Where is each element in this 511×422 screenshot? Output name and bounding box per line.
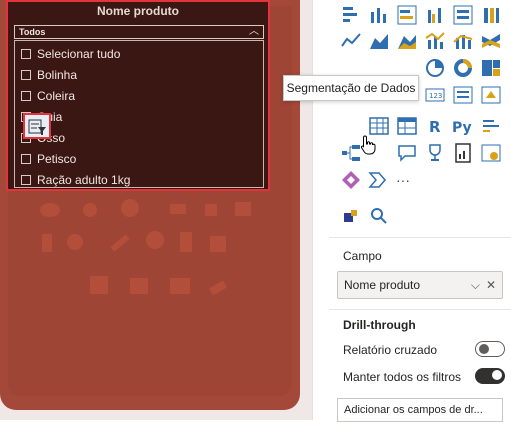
cross-report-toggle[interactable] xyxy=(475,341,505,357)
python-visual-icon[interactable]: Py xyxy=(452,115,474,137)
stacked-column-chart-icon[interactable] xyxy=(368,4,390,26)
slicer-visual-button[interactable] xyxy=(23,113,51,139)
remove-field-icon[interactable]: ✕ xyxy=(486,272,496,298)
build-visual-icon[interactable] xyxy=(340,205,362,227)
pet-products-illustration xyxy=(40,199,251,296)
line-stacked-column-chart-icon[interactable] xyxy=(452,30,474,52)
stacked-area-chart-icon[interactable] xyxy=(396,30,418,52)
slicer-item-label: Petisco xyxy=(37,151,77,166)
pie-chart-icon[interactable] xyxy=(424,57,446,79)
treemap-icon[interactable] xyxy=(480,57,502,79)
more-visuals-label: ··· xyxy=(396,172,410,188)
section-divider xyxy=(329,309,511,310)
section-divider xyxy=(329,237,511,238)
slicer-item-label: Selecionar tudo xyxy=(37,46,121,61)
hundred-percent-bar-chart-icon[interactable] xyxy=(452,4,474,26)
toggle-knob xyxy=(492,370,502,380)
campo-field-value: Nome produto xyxy=(344,278,421,292)
kpi-icon[interactable] xyxy=(480,84,502,106)
slicer-item-list: Selecionar tudo Bolinha Coleira Guia Oss… xyxy=(14,40,264,188)
donut-chart-icon[interactable] xyxy=(452,57,474,79)
slicer-visual[interactable]: Nome produto Todos ︿ Selecionar tudo Bol… xyxy=(6,0,270,191)
paginated-report-icon[interactable] xyxy=(452,142,474,164)
slicer-dropdown-value: Todos xyxy=(19,27,46,37)
clustered-column-chart-icon[interactable] xyxy=(424,4,446,26)
power-automate-icon[interactable] xyxy=(480,142,502,164)
checkbox[interactable] xyxy=(21,174,31,185)
line-chart-icon[interactable] xyxy=(340,30,362,52)
area-chart-icon[interactable] xyxy=(368,30,390,52)
card-icon[interactable]: 123 xyxy=(424,84,446,106)
slicer-item[interactable]: Guia xyxy=(15,106,263,127)
slicer-item[interactable]: Osso xyxy=(15,127,263,148)
cross-report-label: Relatório cruzado xyxy=(343,343,438,357)
checkbox[interactable] xyxy=(21,90,31,101)
add-drill-through-fields-well[interactable]: Adicionar os campos de dr... xyxy=(337,398,503,422)
stacked-bar-chart-icon[interactable] xyxy=(340,4,362,26)
slicer-item-label: Coleira xyxy=(37,88,76,103)
slicer-visual-icon xyxy=(28,119,46,135)
slicer-item[interactable]: Bolinha xyxy=(15,64,263,85)
hundred-percent-column-chart-icon[interactable] xyxy=(480,4,502,26)
ribbon-chart-icon[interactable] xyxy=(480,30,502,52)
canvas-bottom-strip xyxy=(0,410,312,420)
keep-filters-label: Manter todos os filtros xyxy=(343,370,462,384)
svg-text:R: R xyxy=(429,118,441,136)
clustered-bar-chart-icon[interactable] xyxy=(396,4,418,26)
key-influencers-icon[interactable] xyxy=(480,115,502,137)
keep-filters-toggle[interactable] xyxy=(475,368,505,384)
chevron-up-icon[interactable]: ︿ xyxy=(249,26,259,38)
slicer-item-label: Bolinha xyxy=(37,67,78,82)
multi-row-card-icon[interactable] xyxy=(452,84,474,106)
svg-text:123: 123 xyxy=(429,92,442,100)
slicer-dropdown[interactable]: Todos ︿ xyxy=(14,25,264,39)
checkbox[interactable] xyxy=(21,48,31,59)
toggle-knob xyxy=(479,344,489,354)
checkbox[interactable] xyxy=(21,153,31,164)
slicer-item-select-all[interactable]: Selecionar tudo xyxy=(15,43,263,64)
qa-visual-icon[interactable] xyxy=(396,142,418,164)
slicer-tooltip: Segmentação de Dados xyxy=(283,75,419,101)
slicer-item[interactable]: Petisco xyxy=(15,148,263,169)
campo-field-well[interactable]: Nome produto ⌵ ✕ xyxy=(337,271,503,299)
campo-label: Campo xyxy=(343,249,382,263)
hand-cursor-icon xyxy=(360,135,376,155)
slicer-item-label: Ração adulto 1kg xyxy=(37,172,131,187)
decomposition-tree-icon[interactable] xyxy=(340,142,362,164)
drill-through-title: Drill-through xyxy=(343,318,416,332)
search-icon[interactable] xyxy=(368,205,390,227)
more-visuals-button[interactable]: ··· xyxy=(396,169,418,191)
r-script-visual-icon[interactable]: R xyxy=(424,115,446,137)
checkbox[interactable] xyxy=(21,69,31,80)
slicer-item[interactable]: Ração adulto 1kg xyxy=(15,169,263,190)
table-icon[interactable] xyxy=(368,115,390,137)
chevron-down-icon[interactable]: ⌵ xyxy=(471,272,480,298)
slicer-item[interactable]: Coleira xyxy=(15,85,263,106)
svg-text:Py: Py xyxy=(452,120,472,136)
power-automate-visual-icon[interactable] xyxy=(368,169,390,191)
goals-trophy-icon[interactable] xyxy=(424,142,446,164)
power-apps-icon[interactable] xyxy=(340,169,362,191)
slicer-title: Nome produto xyxy=(97,4,179,18)
matrix-icon[interactable] xyxy=(396,115,418,137)
line-clustered-column-chart-icon[interactable] xyxy=(424,30,446,52)
